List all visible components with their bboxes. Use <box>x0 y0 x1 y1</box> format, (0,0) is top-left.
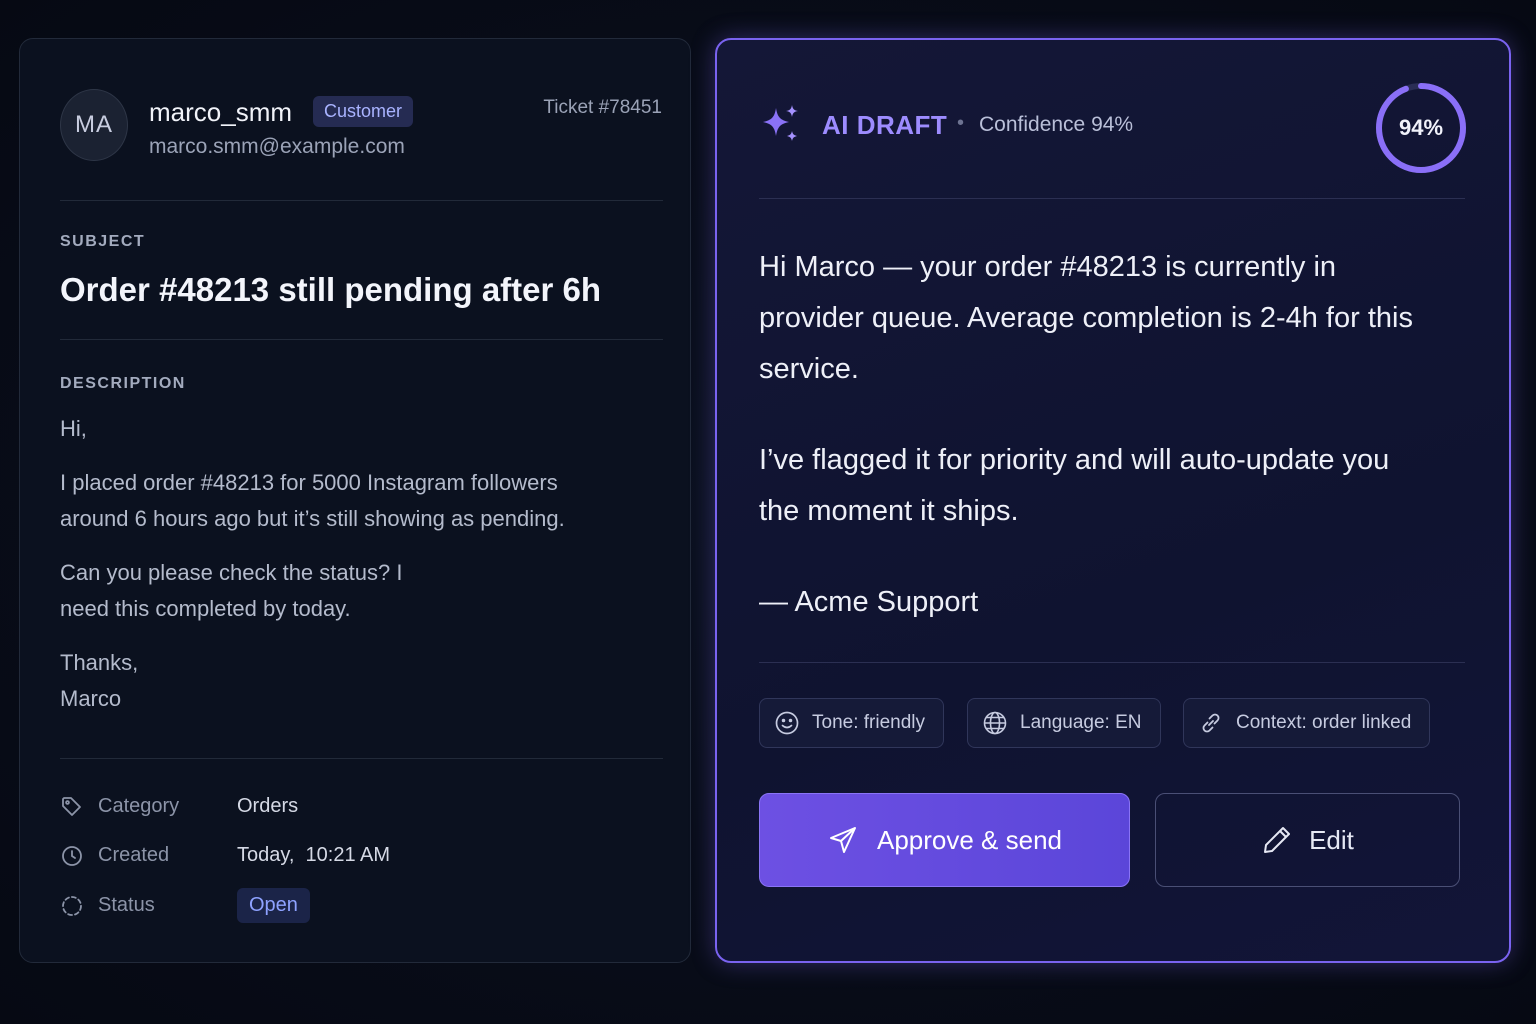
ai-draft-header: AI DRAFT • Confidence 94% 94% <box>759 83 1469 173</box>
category-value: Orders <box>237 795 299 817</box>
draft-paragraph: — Acme Support <box>759 586 979 618</box>
avatar[interactable]: MA <box>60 89 128 161</box>
chip-language[interactable]: Language: EN <box>967 698 1161 748</box>
confidence-value: 94% <box>1398 115 1444 140</box>
draft-paragraph: I’ve flagged it for priority and will au… <box>759 444 1390 527</box>
ai-draft-title: AI DRAFT <box>822 110 948 140</box>
meta-category: Category Orders <box>60 793 640 823</box>
approve-send-label: Approve & send <box>876 824 1062 855</box>
description-label: DESCRIPTION <box>60 375 186 392</box>
divider <box>60 758 663 759</box>
clock-icon <box>62 846 82 866</box>
customer-badge: Customer <box>313 96 414 127</box>
chip-tone[interactable]: Tone: friendly <box>759 698 945 748</box>
smile-icon <box>775 711 799 735</box>
tag-icon <box>62 797 81 816</box>
link-icon <box>1202 713 1220 733</box>
ticket-description: Hi, I placed order #48213 for 5000 Insta… <box>60 411 660 735</box>
separator-dot: • <box>957 112 965 134</box>
status-label: Status <box>98 894 155 916</box>
meta-created: Created Today, 10:21 AM <box>60 842 640 872</box>
draft-paragraph: Hi Marco — your order #48213 is currentl… <box>759 251 1413 385</box>
chip-context[interactable]: Context: order linked <box>1183 698 1431 748</box>
created-value: Today, 10:21 AM <box>237 844 391 866</box>
approve-send-button[interactable]: Approve & send <box>759 793 1130 887</box>
pencil-icon <box>1264 827 1291 853</box>
description-paragraph: Hi, <box>60 416 87 441</box>
edit-button[interactable]: Edit <box>1155 793 1460 887</box>
ticket-subject: Order #48213 still pending after 6h <box>60 271 602 308</box>
divider <box>759 198 1465 199</box>
created-label: Created <box>98 844 170 866</box>
description-paragraph: I placed order #48213 for 5000 Instagram… <box>60 470 565 531</box>
category-label: Category <box>98 795 180 817</box>
subject-label: SUBJECT <box>60 233 146 250</box>
ticket-id: Ticket #78451 <box>543 97 662 118</box>
sparkle-icon <box>763 105 798 141</box>
description-paragraph: Can you please check the status? I need … <box>60 560 403 621</box>
sender-header: MA marco_smm Customer marco.smm@example.… <box>60 89 662 179</box>
draft-body[interactable]: Hi Marco — your order #48213 is currentl… <box>759 242 1459 668</box>
status-badge[interactable]: Open <box>237 888 310 923</box>
divider <box>60 200 663 201</box>
sender-name[interactable]: marco_smm <box>149 97 292 128</box>
chip-language-label: Language: EN <box>1020 712 1142 733</box>
send-icon <box>829 827 856 853</box>
status-icon <box>62 896 82 916</box>
ticket-panel: MA marco_smm Customer marco.smm@example.… <box>19 38 691 963</box>
chip-tone-label: Tone: friendly <box>812 712 926 733</box>
edit-label: Edit <box>1309 824 1354 855</box>
divider <box>60 339 663 340</box>
sender-email[interactable]: marco.smm@example.com <box>149 135 405 159</box>
meta-status: Status Open <box>60 888 640 923</box>
globe-icon <box>983 711 1007 735</box>
ai-draft-panel: AI DRAFT • Confidence 94% 94% Hi Marco —… <box>715 38 1511 963</box>
chip-context-label: Context: order linked <box>1236 712 1412 733</box>
confidence-label: Confidence 94% <box>979 113 1134 136</box>
divider <box>759 662 1465 663</box>
draft-attributes: Tone: friendly Language: EN Context: ord… <box>759 698 1469 750</box>
description-paragraph: Thanks, Marco <box>60 650 139 711</box>
